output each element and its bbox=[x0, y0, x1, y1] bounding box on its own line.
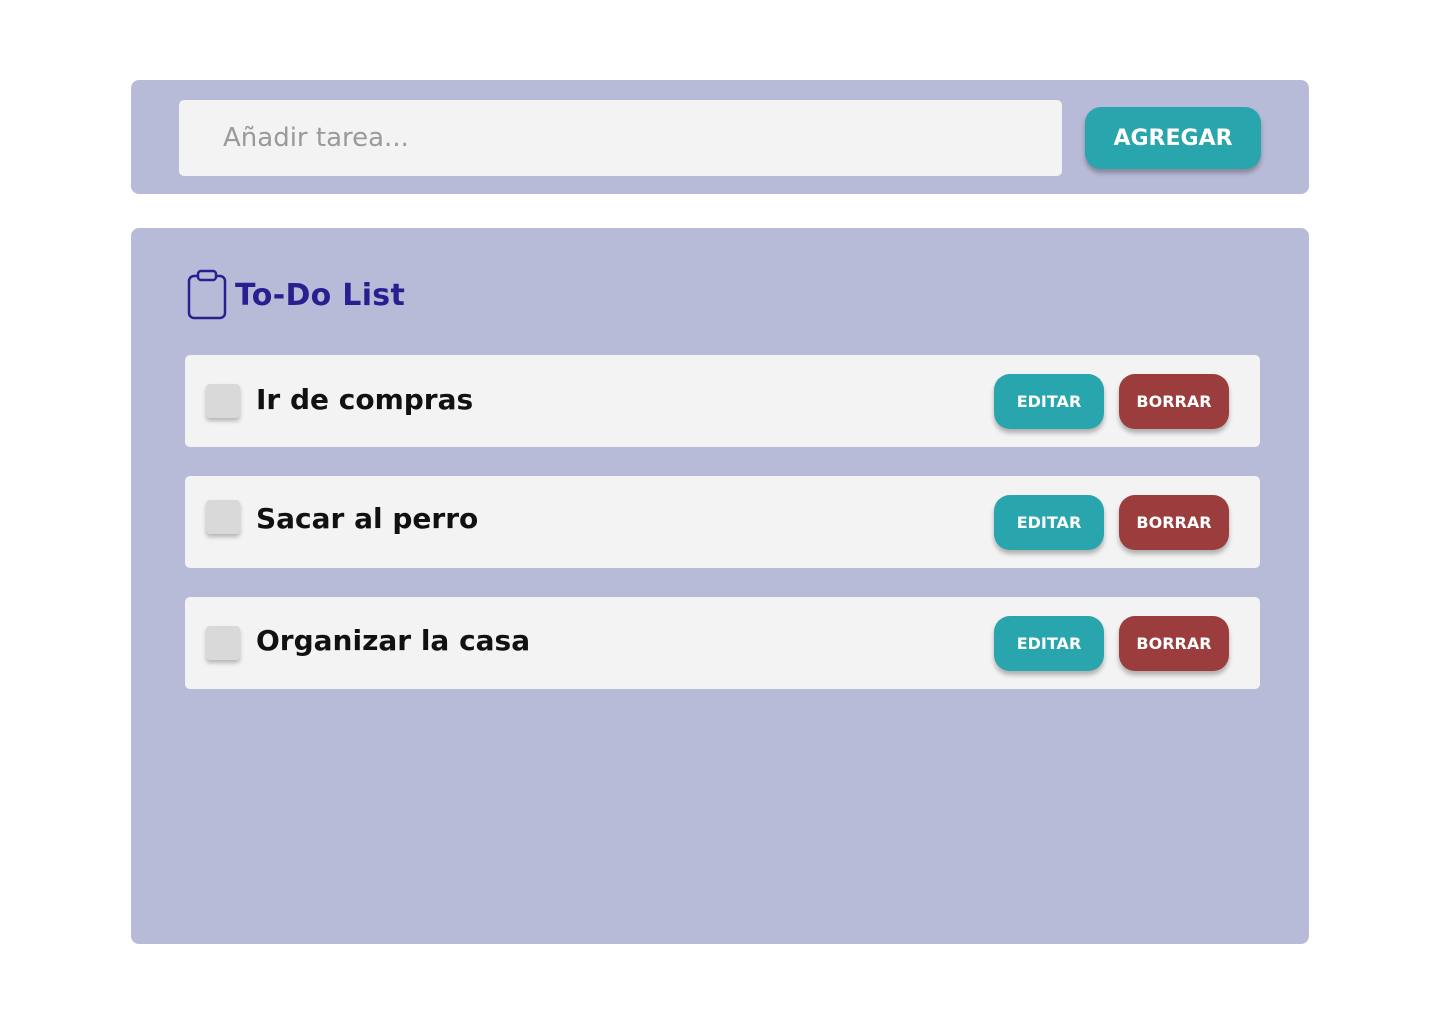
clipboard-icon bbox=[187, 269, 227, 321]
delete-button[interactable]: BORRAR bbox=[1119, 374, 1229, 429]
list-title: To-Do List bbox=[235, 277, 406, 313]
task-checkbox[interactable] bbox=[206, 500, 240, 534]
task-checkbox[interactable] bbox=[206, 626, 240, 660]
task-text: Sacar al perro bbox=[256, 502, 479, 535]
task-checkbox[interactable] bbox=[206, 384, 240, 418]
edit-button[interactable]: EDITAR bbox=[994, 374, 1104, 429]
task-row: Sacar al perro EDITAR BORRAR bbox=[185, 476, 1260, 568]
task-input[interactable] bbox=[179, 100, 1062, 176]
edit-button[interactable]: EDITAR bbox=[994, 495, 1104, 550]
task-text: Ir de compras bbox=[256, 383, 474, 416]
todo-list-panel: To-Do List Ir de compras EDITAR BORRAR S… bbox=[131, 228, 1309, 944]
list-header: To-Do List bbox=[187, 269, 405, 321]
delete-button[interactable]: BORRAR bbox=[1119, 616, 1229, 671]
task-text: Organizar la casa bbox=[256, 624, 531, 657]
delete-button[interactable]: BORRAR bbox=[1119, 495, 1229, 550]
add-button[interactable]: AGREGAR bbox=[1085, 107, 1261, 169]
task-row: Organizar la casa EDITAR BORRAR bbox=[185, 597, 1260, 689]
task-row: Ir de compras EDITAR BORRAR bbox=[185, 355, 1260, 447]
edit-button[interactable]: EDITAR bbox=[994, 616, 1104, 671]
add-task-panel: AGREGAR bbox=[131, 80, 1309, 194]
